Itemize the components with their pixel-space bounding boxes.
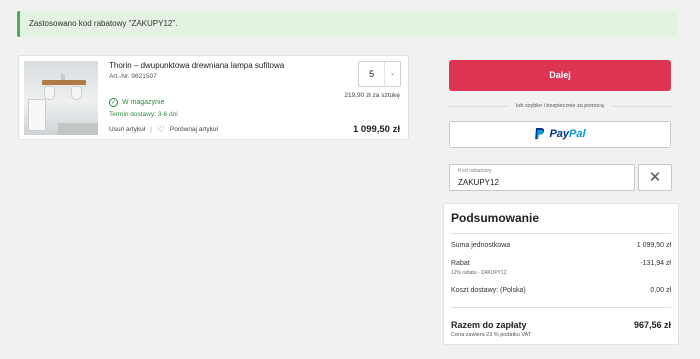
summary-row-subtotal: Suma jednostkowa 1 099,50 zł: [451, 242, 671, 249]
coupon-applied-notice: Zastosowano kod rabatowy "ZAKUPY12".: [17, 11, 677, 37]
paypal-button[interactable]: PayPal: [449, 121, 671, 148]
unit-price: 219,90 zł za sztukę: [344, 92, 400, 99]
close-icon[interactable]: ✕: [638, 164, 672, 191]
paypal-wordmark: PayPal: [549, 128, 586, 140]
summary-row-discount: Rabat -131,94 zł: [451, 260, 671, 267]
quantity-value: 5: [369, 69, 375, 79]
stock-status: ✓ W magazynie: [109, 98, 164, 107]
heart-icon[interactable]: ♡: [157, 125, 165, 134]
delivery-time: Termin dostawy: 3-6 dni: [109, 111, 178, 118]
product-title[interactable]: Thorin – dwupunktowa drewniana lampa suf…: [109, 61, 284, 70]
summary-title: Podsumowanie: [451, 211, 540, 225]
vat-note: Cena zawiera 23 % podatku VAT: [451, 332, 532, 338]
chevron-down-icon[interactable]: ⌄: [384, 62, 400, 86]
stock-label: W magazynie: [122, 99, 165, 106]
check-circle-icon: ✓: [109, 98, 118, 107]
discount-detail: 12% rabatu - ZAKUPY12: [451, 270, 507, 276]
coupon-value: ZAKUPY12: [458, 178, 499, 187]
checkout-button[interactable]: Dalej: [449, 60, 671, 91]
coupon-input[interactable]: Kod rabatowy ZAKUPY12: [449, 164, 635, 191]
payment-divider: lub szybko i bezpiecznie za pomocą: [449, 101, 671, 111]
coupon-label: Kod rabatowy: [458, 168, 492, 174]
compare-item-link[interactable]: Porównaj artykuł: [170, 126, 218, 133]
total-value: 967,56 zł: [633, 320, 671, 330]
product-image[interactable]: [24, 61, 98, 135]
divider-line-left: [449, 105, 509, 107]
actions-separator: |: [150, 126, 152, 133]
remove-item-link[interactable]: Usuń artykuł: [109, 126, 145, 133]
order-summary: Podsumowanie Suma jednostkowa 1 099,50 zł…: [443, 203, 679, 345]
product-sku: Art.-Nr. 9621507: [109, 73, 157, 80]
total-label: Razem do zapłaty: [451, 320, 527, 330]
summary-divider: [451, 233, 671, 234]
quantity-select[interactable]: 5 ⌄: [358, 61, 401, 87]
divider-text: lub szybko i bezpiecznie za pomocą: [516, 103, 604, 109]
paypal-icon: [534, 127, 545, 143]
divider-line-right: [611, 105, 671, 107]
line-total: 1 099,50 zł: [352, 124, 400, 135]
item-actions: Usuń artykuł | ♡ Porównaj artykuł: [109, 125, 218, 134]
cart-item: Thorin – dwupunktowa drewniana lampa suf…: [18, 55, 409, 140]
summary-divider: [451, 307, 671, 308]
summary-row-shipping: Koszt dostawy: (Polska) 0,00 zł: [451, 287, 671, 294]
